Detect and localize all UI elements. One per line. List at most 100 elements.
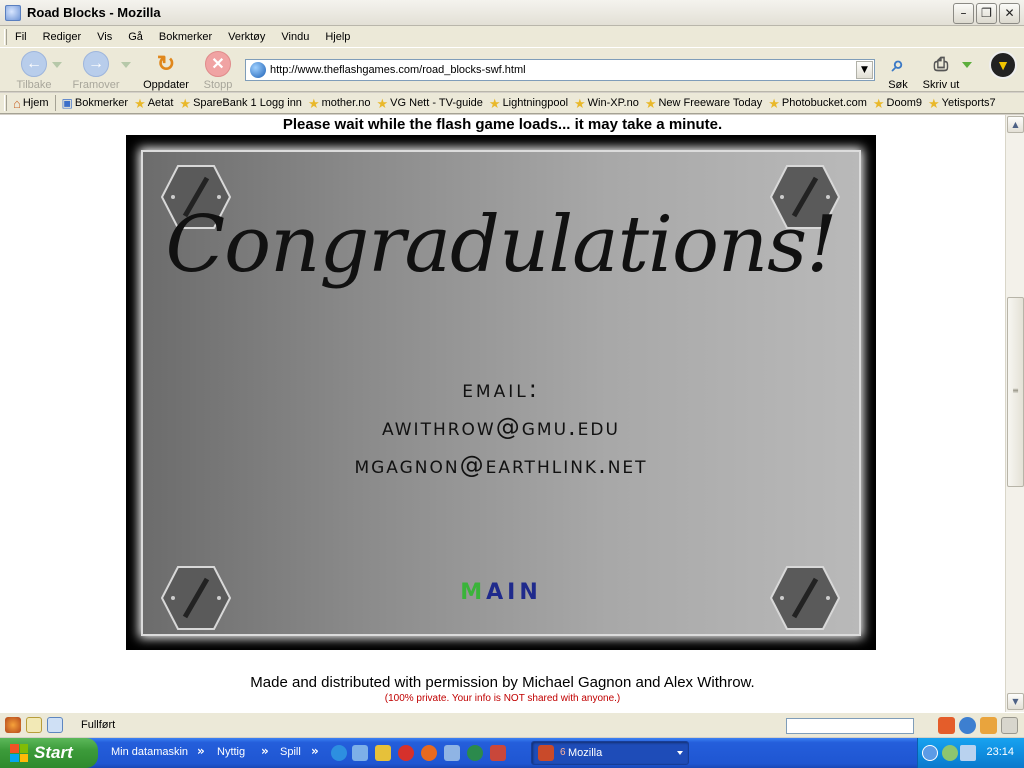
throbber[interactable]: ▼: [987, 51, 1019, 79]
chevron-right-icon[interactable]: »: [261, 744, 269, 758]
game-heading: Congradulations!: [165, 200, 837, 290]
tray-user-icon[interactable]: [942, 745, 958, 761]
firefox-icon[interactable]: [421, 745, 437, 761]
lock-icon[interactable]: [1001, 717, 1018, 734]
bookmark-item[interactable]: ★ Photobucket.com: [768, 97, 867, 110]
bookmark-item[interactable]: ★ Aetat: [134, 97, 173, 110]
toolbar-spill[interactable]: Spill: [280, 746, 301, 758]
star-icon: ★: [307, 95, 320, 111]
star-icon: ★: [574, 95, 586, 111]
reload-label: Oppdater: [143, 79, 189, 91]
taskbar: Start Min datamaskin » Nyttig » Spill » …: [0, 738, 1024, 768]
back-button[interactable]: ← Tilbake: [12, 51, 56, 91]
url-input[interactable]: [270, 64, 856, 76]
window-controls: – ❐ ✕: [953, 3, 1020, 24]
toolbar-nyttig[interactable]: Nyttig: [217, 746, 245, 758]
url-bar[interactable]: ▼: [245, 59, 875, 81]
reload-icon: ↻: [156, 51, 176, 76]
status-progress-field: [786, 718, 914, 734]
bookmark-home[interactable]: ⌂ Hjem: [13, 96, 49, 111]
penguin-logo-icon: ▼: [989, 51, 1017, 79]
bookmark-item[interactable]: ★ mother.no: [308, 97, 371, 110]
print-label: Skriv ut: [922, 79, 960, 91]
clock[interactable]: 23:14: [986, 746, 1014, 758]
cookie-icon[interactable]: [980, 717, 997, 734]
menu-verktoy[interactable]: Verktøy: [228, 31, 265, 43]
bookmark-label: Win-XP.no: [587, 97, 639, 109]
print-button[interactable]: ⎙ Skriv ut: [920, 51, 962, 92]
bookmark-item[interactable]: ★ VG Nett - TV-guide: [377, 97, 483, 110]
program-icon[interactable]: [444, 745, 460, 761]
bookmark-label: Photobucket.com: [781, 97, 867, 109]
navigator-icon[interactable]: [5, 717, 21, 733]
forward-label: Framover: [72, 79, 120, 91]
title-bar: Road Blocks - Mozilla – ❐ ✕: [0, 0, 1024, 26]
bookmark-label: Doom9: [886, 97, 922, 109]
tray-collapse-icon[interactable]: [922, 745, 938, 761]
back-history-dropdown[interactable]: [52, 62, 62, 68]
url-history-dropdown[interactable]: ▼: [856, 61, 873, 79]
main-menu-button[interactable]: MAIN: [143, 580, 859, 605]
menu-ga[interactable]: Gå: [128, 31, 143, 43]
window-title: Road Blocks - Mozilla: [27, 5, 161, 20]
print-dropdown[interactable]: [962, 62, 972, 68]
toolbar-min-datamaskin[interactable]: Min datamaskin: [111, 746, 188, 758]
bookmark-item[interactable]: ★ Yetisports7: [928, 97, 996, 110]
star-icon: ★: [928, 95, 940, 111]
menu-fil[interactable]: Fil: [15, 31, 27, 43]
bookmark-item[interactable]: ★ New Freeware Today: [645, 97, 762, 110]
bookmark-label: Aetat: [147, 97, 174, 109]
bookmarks-bar-grip[interactable]: [4, 95, 7, 111]
maximize-button[interactable]: ❐: [976, 3, 997, 24]
skype-icon[interactable]: [398, 745, 414, 761]
popup-blocker-icon[interactable]: [938, 717, 955, 734]
scroll-down-button[interactable]: ▼: [1007, 693, 1024, 710]
menu-bokmerker[interactable]: Bokmerker: [159, 31, 212, 43]
addressbook-icon[interactable]: [47, 717, 63, 733]
tool-icon[interactable]: [375, 745, 391, 761]
flash-game[interactable]: Congradulations! email: awithrow@gmu.edu…: [126, 135, 876, 650]
search-button[interactable]: ⌕ Søk: [882, 51, 914, 91]
reload-button[interactable]: ↻ Oppdater: [140, 51, 192, 91]
internet-explorer-icon[interactable]: [331, 745, 347, 761]
game-icon[interactable]: [490, 745, 506, 761]
start-button[interactable]: Start: [0, 738, 98, 768]
mozilla-task-icon: [538, 745, 554, 761]
minimize-button[interactable]: –: [953, 3, 974, 24]
close-button[interactable]: ✕: [999, 3, 1020, 24]
loading-notice: Please wait while the flash game loads..…: [282, 116, 723, 133]
taskbar-mozilla-button[interactable]: 6 Mozilla: [531, 741, 689, 765]
online-status-icon[interactable]: [959, 717, 976, 734]
back-label: Tilbake: [16, 79, 52, 91]
bookmark-item[interactable]: ★ Doom9: [873, 97, 922, 110]
bookmarks-separator: [54, 95, 56, 111]
scroll-thumb[interactable]: ≡: [1007, 297, 1024, 487]
composer-icon[interactable]: [26, 717, 42, 733]
bookmarks-folder-icon: ▣: [61, 96, 73, 110]
forward-button[interactable]: → Framover: [68, 51, 124, 91]
start-label: Start: [34, 743, 73, 762]
stop-button[interactable]: ✕ Stopp: [200, 51, 236, 91]
chevron-right-icon[interactable]: »: [197, 744, 205, 758]
menu-bar-grip[interactable]: [4, 28, 7, 45]
system-tray: 23:14: [917, 738, 1024, 768]
menu-hjelp[interactable]: Hjelp: [325, 31, 350, 43]
notepad-icon[interactable]: [352, 745, 368, 761]
bookmark-bokmerker[interactable]: ▣ Bokmerker: [62, 96, 129, 110]
menu-vindu[interactable]: Vindu: [281, 31, 309, 43]
bookmarks-bar: ⌂ Hjem ▣ Bokmerker ★ Aetat ★ SpareBank 1 Log…: [0, 93, 1024, 114]
globe-icon[interactable]: [467, 745, 483, 761]
email-block: email: awithrow@gmu.edu mgagnon@earthlin…: [143, 370, 859, 484]
menu-vis[interactable]: Vis: [97, 31, 112, 43]
privacy-note: (100% private. Your info is NOT shared w…: [384, 693, 621, 704]
menu-rediger[interactable]: Rediger: [43, 31, 82, 43]
bookmark-label: Yetisports7: [941, 97, 996, 109]
scroll-up-button[interactable]: ▲: [1007, 116, 1024, 133]
bookmark-item[interactable]: ★ Win-XP.no: [574, 97, 639, 110]
tray-network-icon[interactable]: [960, 745, 976, 761]
bookmark-item[interactable]: ★ SpareBank 1 Logg inn: [179, 97, 302, 110]
forward-history-dropdown[interactable]: [121, 62, 131, 68]
chevron-right-icon[interactable]: »: [311, 744, 319, 758]
bookmark-item[interactable]: ★ Lightningpool: [489, 97, 568, 110]
vertical-scrollbar[interactable]: ▲ ≡ ▼: [1005, 115, 1024, 712]
